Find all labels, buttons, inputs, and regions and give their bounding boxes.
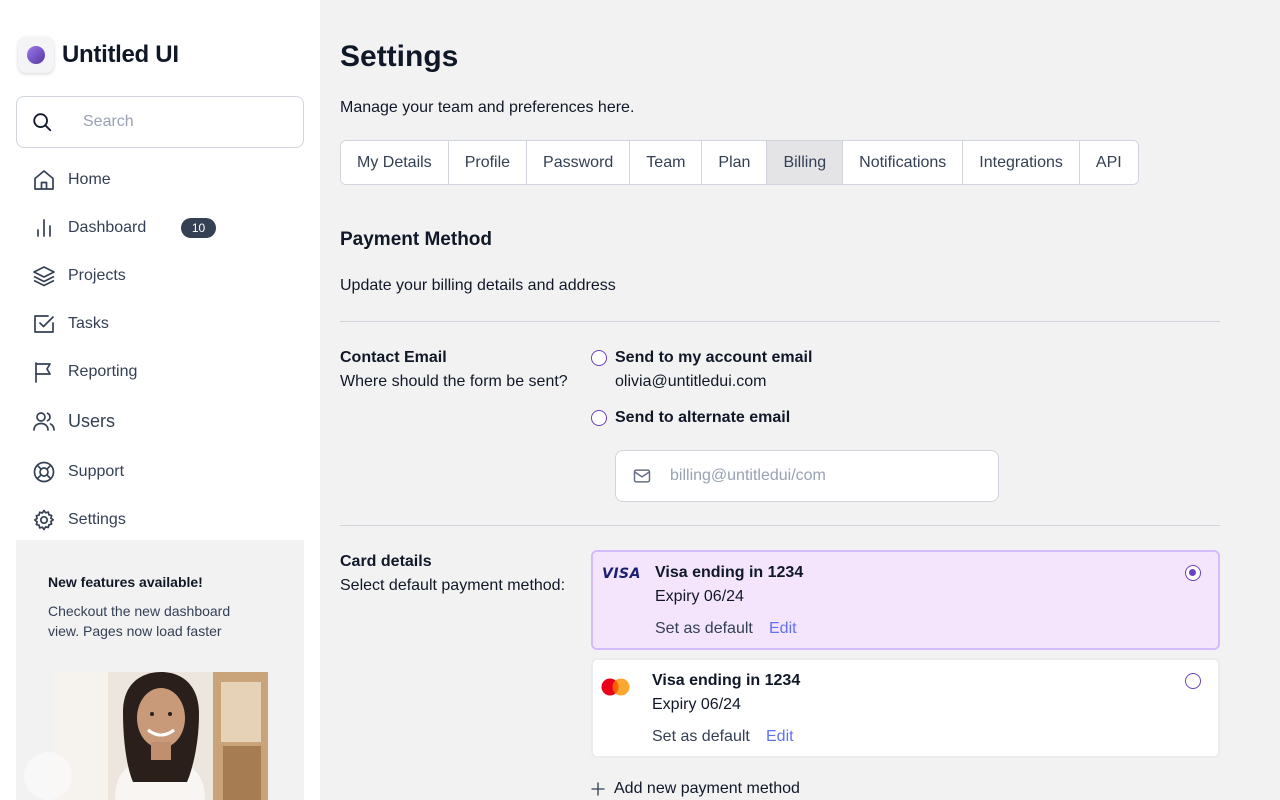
search-icon <box>33 113 52 132</box>
promo-text: Checkout the new dashboard view. Pages n… <box>48 603 231 639</box>
section-title: Payment Method <box>340 229 493 250</box>
mastercard-icon <box>601 678 630 696</box>
card-title: Visa ending in 1234 <box>652 672 801 689</box>
sidebar-item-projects[interactable]: Projects <box>32 262 292 290</box>
tab-plan[interactable]: Plan <box>702 141 768 184</box>
sidebar-item-label: Home <box>68 171 111 188</box>
sidebar-item-tasks[interactable]: Tasks <box>32 310 292 338</box>
promo-photo <box>53 672 268 800</box>
sidebar-item-users[interactable]: Users <box>32 407 292 435</box>
brand-name: Untitled UI <box>62 41 179 68</box>
sidebar: Untitled UI Home Dashboard 10 Projects T… <box>0 0 320 800</box>
sidebar-item-support[interactable]: Support <box>32 458 292 486</box>
contact-email-help: Where should the form be sent? <box>340 373 568 390</box>
page-subtitle: Manage your team and preferences here. <box>340 99 635 116</box>
layers-icon <box>33 266 55 287</box>
add-payment-method-label: Add new payment method <box>614 780 800 797</box>
tab-password[interactable]: Password <box>527 141 631 184</box>
card-radio[interactable] <box>1185 565 1201 581</box>
plus-icon <box>591 782 605 796</box>
tab-api[interactable]: API <box>1079 141 1138 184</box>
set-default-link[interactable]: Set as default <box>652 728 750 746</box>
avatar-placeholder <box>24 752 72 800</box>
tab-billing[interactable]: Billing <box>767 141 844 184</box>
page-title: Settings <box>340 40 459 73</box>
flag-icon <box>35 362 51 383</box>
radio-alternate-email[interactable] <box>591 410 607 426</box>
sidebar-item-label: Dashboard <box>68 219 147 236</box>
tab-notifications[interactable]: Notifications <box>843 141 964 184</box>
payment-card-visa[interactable]: VISA Visa ending in 1234 Expiry 06/24 Se… <box>591 550 1220 650</box>
radio-account-email[interactable] <box>591 350 607 366</box>
visa-icon: VISA <box>602 566 641 582</box>
card-title: Visa ending in 1234 <box>655 564 804 581</box>
card-details-label: Card details <box>340 553 432 570</box>
card-radio[interactable] <box>1185 673 1201 689</box>
card-expiry: Expiry 06/24 <box>652 696 741 713</box>
sidebar-item-reporting[interactable]: Reporting <box>32 358 292 386</box>
divider <box>340 525 1220 526</box>
sidebar-item-label: Reporting <box>68 363 138 380</box>
search-box <box>16 96 304 148</box>
settings-tabs: My Details Profile Password Team Plan Bi… <box>340 140 1139 185</box>
tab-integrations[interactable]: Integrations <box>963 141 1080 184</box>
promo-title: New features available! <box>48 574 203 590</box>
gear-icon <box>33 509 55 531</box>
contact-email-label: Contact Email <box>340 349 447 366</box>
check-square-icon <box>34 315 54 333</box>
feature-promo-card: New features available! Checkout the new… <box>16 540 304 800</box>
account-email-option-label[interactable]: Send to my account email <box>615 349 812 367</box>
payment-card-mastercard[interactable]: Visa ending in 1234 Expiry 06/24 Set as … <box>591 658 1220 758</box>
sidebar-item-label: Projects <box>68 267 126 284</box>
edit-card-link[interactable]: Edit <box>769 620 797 638</box>
divider <box>340 321 1220 322</box>
card-details-help: Select default payment method: <box>340 577 566 594</box>
life-buoy-icon <box>33 461 55 483</box>
users-icon <box>33 412 55 431</box>
sidebar-item-label: Tasks <box>68 315 109 332</box>
search-input[interactable] <box>83 113 283 131</box>
edit-card-link[interactable]: Edit <box>766 728 794 746</box>
alternate-email-input[interactable] <box>670 467 970 485</box>
sidebar-item-dashboard[interactable]: Dashboard 10 <box>32 214 292 242</box>
section-subtitle: Update your billing details and address <box>340 277 616 294</box>
account-email-value: olivia@untitledui.com <box>615 373 767 390</box>
tab-profile[interactable]: Profile <box>448 141 528 184</box>
count-badge: 10 <box>181 218 216 238</box>
tab-team[interactable]: Team <box>630 141 703 184</box>
bar-chart-icon <box>37 219 51 237</box>
sidebar-item-home[interactable]: Home <box>32 166 292 194</box>
home-icon <box>34 170 54 190</box>
brand[interactable]: Untitled UI <box>18 37 179 73</box>
sidebar-item-label: Users <box>68 410 116 431</box>
set-default-link[interactable]: Set as default <box>655 620 753 638</box>
card-expiry: Expiry 06/24 <box>655 588 744 605</box>
mail-icon <box>633 469 651 483</box>
logo-icon <box>18 37 54 73</box>
alternate-email-option-label[interactable]: Send to alternate email <box>615 409 790 427</box>
add-payment-method-button[interactable]: Add new payment method <box>589 780 800 798</box>
sidebar-item-label: Support <box>68 463 125 480</box>
sidebar-item-settings[interactable]: Settings <box>32 506 292 534</box>
alternate-email-field <box>615 450 999 502</box>
sidebar-item-label: Settings <box>68 511 126 528</box>
tab-my-details[interactable]: My Details <box>341 141 449 184</box>
